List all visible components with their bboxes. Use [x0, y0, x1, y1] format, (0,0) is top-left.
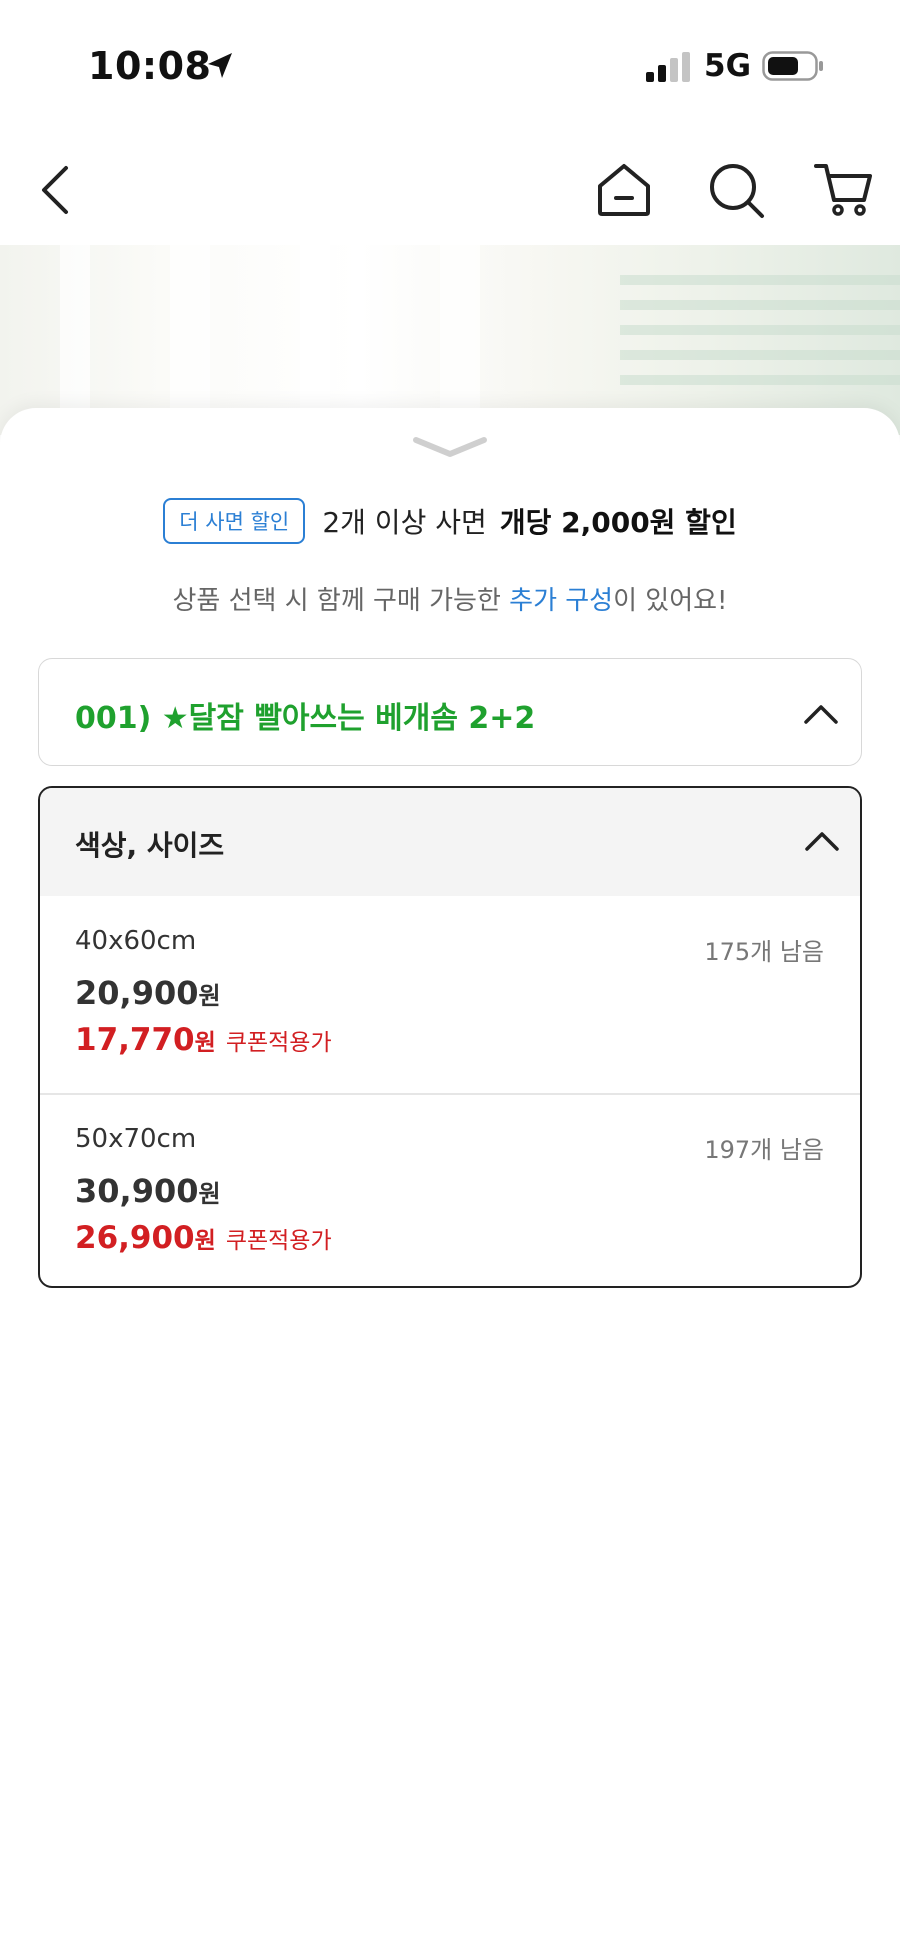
search-button[interactable]	[704, 158, 768, 222]
option-price-unit: 원	[198, 1180, 221, 1208]
option-stock: 197개 남음	[704, 1136, 824, 1164]
chevron-up-icon	[804, 705, 838, 724]
sheet-collapse-chevron-icon[interactable]	[412, 434, 488, 460]
home-button[interactable]	[592, 158, 656, 222]
option-size: 40x60cm	[75, 926, 197, 956]
search-icon	[710, 164, 764, 218]
coupon-label: 쿠폰적용가	[225, 1228, 332, 1254]
option-list-header[interactable]: 색상, 사이즈	[40, 788, 860, 896]
option-item[interactable]: 50x70cm 197개 남음 30,900원 26,900원 쿠폰적용가	[40, 1094, 860, 1286]
chevron-left-icon	[42, 166, 68, 214]
option-coupon-price: 26,900원 쿠폰적용가	[75, 1220, 332, 1256]
option-price: 30,900원	[75, 1172, 221, 1210]
back-button[interactable]	[26, 158, 90, 222]
home-icon	[598, 164, 650, 216]
option-stock: 175개 남음	[704, 938, 824, 966]
option-size: 50x70cm	[75, 1124, 197, 1154]
promo-text: 2개 이상 사면	[322, 506, 487, 539]
top-nav-bar	[0, 130, 900, 245]
option-price: 20,900원	[75, 974, 221, 1012]
option-item[interactable]: 40x60cm 175개 남음 20,900원 17,770원 쿠폰적용가	[40, 896, 860, 1092]
product-group-selector[interactable]: 001) ★달잠 빨아쓰는 베개솜 2+2	[38, 658, 862, 766]
option-bottom-sheet: 더 사면 할인 2개 이상 사면 개당 2,000원 할인 상품 선택 시 함께…	[0, 408, 900, 1951]
coupon-price-value: 17,770	[75, 1022, 195, 1058]
product-group-title: 001) ★달잠 빨아쓰는 베개솜 2+2	[75, 701, 536, 736]
bulk-discount-promo: 더 사면 할인 2개 이상 사면 개당 2,000원 할인	[0, 498, 900, 548]
addon-prefix: 상품 선택 시 함께 구매 가능한	[172, 586, 501, 616]
coupon-label: 쿠폰적용가	[225, 1030, 332, 1056]
coupon-price-unit: 원	[194, 1030, 216, 1056]
option-coupon-price: 17,770원 쿠폰적용가	[75, 1022, 332, 1058]
addon-highlight: 추가 구성	[509, 586, 614, 616]
addon-notice: 상품 선택 시 함께 구매 가능한 추가 구성이 있어요!	[0, 580, 900, 617]
option-price-unit: 원	[198, 982, 221, 1010]
coupon-price-unit: 원	[194, 1228, 216, 1254]
option-price-value: 20,900	[75, 974, 199, 1012]
chevron-up-icon	[805, 832, 839, 851]
coupon-price-value: 26,900	[75, 1220, 195, 1256]
option-list-card: 색상, 사이즈 40x60cm 175개 남음 20,900원 17,770원 쿠…	[38, 786, 862, 1288]
option-list-title: 색상, 사이즈	[75, 829, 225, 862]
status-bar: 10:08 5G	[0, 0, 900, 130]
promo-discount: 개당 2,000원 할인	[499, 506, 737, 539]
addon-suffix: 이 있어요!	[613, 586, 728, 616]
cart-button[interactable]	[812, 158, 876, 222]
status-time: 10:08	[88, 44, 212, 88]
battery-icon	[762, 51, 823, 81]
cart-icon	[814, 164, 872, 216]
product-image	[0, 245, 900, 435]
discount-badge: 더 사면 할인	[163, 498, 306, 544]
location-arrow-icon	[208, 53, 232, 78]
option-price-value: 30,900	[75, 1172, 199, 1210]
network-type: 5G	[704, 48, 752, 84]
cellular-signal-icon	[646, 52, 690, 82]
